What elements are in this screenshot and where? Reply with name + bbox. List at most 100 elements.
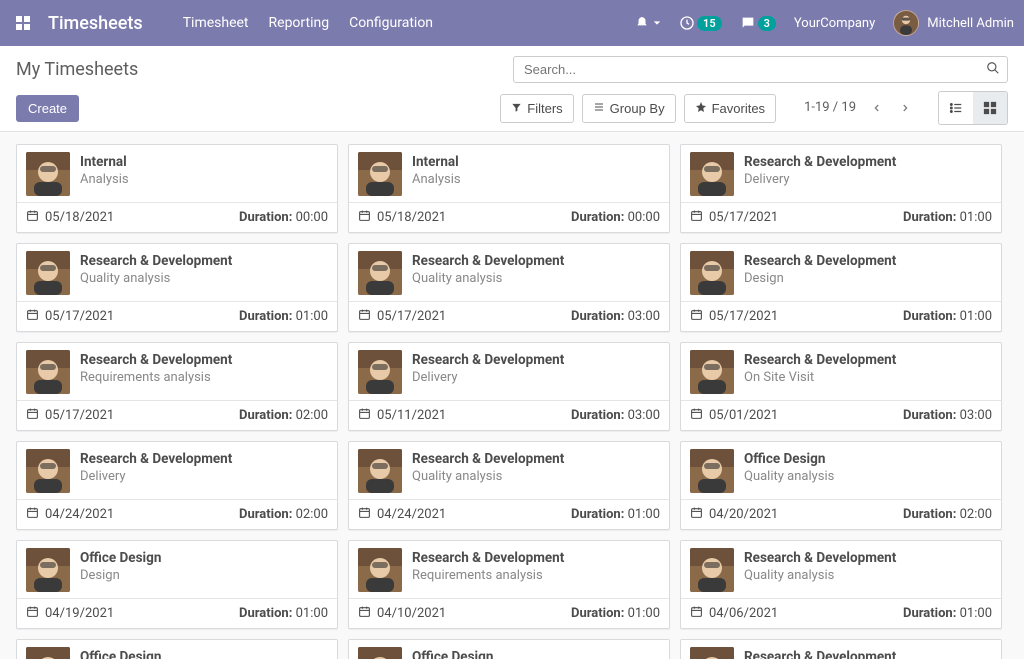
card-project: Research & Development <box>744 352 896 368</box>
app-name: Timesheets <box>48 13 143 34</box>
duration-label: Duration: <box>239 507 292 522</box>
search-input[interactable] <box>513 56 1008 83</box>
company-name: YourCompany <box>794 16 875 31</box>
card-date-value: 05/17/2021 <box>45 408 114 423</box>
star-icon <box>695 101 707 116</box>
card-avatar-icon <box>690 152 734 196</box>
notifications-icon[interactable] <box>635 16 661 31</box>
nav-links: Timesheet Reporting Configuration <box>183 15 433 31</box>
timesheet-card[interactable]: Research & DevelopmentRequirements analy… <box>348 540 670 629</box>
card-task: Delivery <box>412 370 564 385</box>
user-menu[interactable]: Mitchell Admin <box>893 10 1014 36</box>
apps-menu-icon[interactable] <box>10 10 36 36</box>
timesheet-card[interactable]: InternalAnalysis05/18/2021Duration: 00:0… <box>16 144 338 233</box>
calendar-icon <box>358 209 371 226</box>
card-avatar-icon <box>358 251 402 295</box>
card-project: Internal <box>80 154 129 170</box>
timesheet-card[interactable]: Office DesignDuration: <box>16 639 338 659</box>
calendar-icon <box>358 308 371 325</box>
card-duration: Duration: 03:00 <box>903 408 992 423</box>
card-duration: Duration: 01:00 <box>571 606 660 621</box>
duration-label: Duration: <box>239 606 292 621</box>
timesheet-card[interactable]: Office DesignQuality analysis04/20/2021D… <box>680 441 1002 530</box>
search-box <box>513 56 1008 83</box>
duration-label: Duration: <box>239 408 292 423</box>
nav-link-reporting[interactable]: Reporting <box>269 15 330 31</box>
nav-link-timesheet[interactable]: Timesheet <box>183 15 249 31</box>
duration-value: 03:00 <box>960 408 992 423</box>
timesheet-card[interactable]: Research & DevelopmentDelivery04/24/2021… <box>16 441 338 530</box>
card-date: 04/24/2021 <box>358 506 446 523</box>
card-date-value: 04/20/2021 <box>709 507 778 522</box>
filters-label: Filters <box>527 101 562 116</box>
timesheet-card[interactable]: Office DesignDuration: <box>348 639 670 659</box>
card-avatar-icon <box>358 647 402 659</box>
timesheet-card[interactable]: Office DesignDesign04/19/2021Duration: 0… <box>16 540 338 629</box>
messages-badge: 3 <box>758 16 776 31</box>
timesheet-card[interactable]: Research & DevelopmentDesign05/17/2021Du… <box>680 243 1002 332</box>
calendar-icon <box>358 407 371 424</box>
card-project: Office Design <box>80 550 161 566</box>
view-switcher <box>938 91 1008 125</box>
timesheet-card[interactable]: Research & DevelopmentQuality analysis05… <box>16 243 338 332</box>
timesheet-card[interactable]: Research & DevelopmentQuality analysis04… <box>348 441 670 530</box>
duration-value: 03:00 <box>628 408 660 423</box>
timesheet-card[interactable]: Research & DevelopmentQuality analysis05… <box>348 243 670 332</box>
filters-button[interactable]: Filters <box>500 94 573 123</box>
duration-value: 01:00 <box>960 210 992 225</box>
timesheet-card[interactable]: Research & DevelopmentDelivery05/11/2021… <box>348 342 670 431</box>
calendar-icon <box>690 308 703 325</box>
calendar-icon <box>26 605 39 622</box>
card-date: 05/11/2021 <box>358 407 446 424</box>
favorites-button[interactable]: Favorites <box>684 94 776 123</box>
caret-down-icon <box>653 16 661 31</box>
timesheet-card[interactable]: Research & DevelopmentDuration: <box>680 639 1002 659</box>
pager-prev[interactable] <box>866 97 888 119</box>
card-duration: Duration: 01:00 <box>903 309 992 324</box>
card-date: 04/19/2021 <box>26 605 114 622</box>
card-avatar-icon <box>26 251 70 295</box>
timesheet-card[interactable]: Research & DevelopmentQuality analysis04… <box>680 540 1002 629</box>
timesheet-card[interactable]: Research & DevelopmentDelivery05/17/2021… <box>680 144 1002 233</box>
card-avatar-icon <box>26 449 70 493</box>
duration-label: Duration: <box>903 210 956 225</box>
group-by-button[interactable]: Group By <box>582 94 676 123</box>
card-date: 05/17/2021 <box>26 308 114 325</box>
pager-next[interactable] <box>894 97 916 119</box>
duration-value: 00:00 <box>628 210 660 225</box>
timesheet-card[interactable]: InternalAnalysis05/18/2021Duration: 00:0… <box>348 144 670 233</box>
card-project: Research & Development <box>744 253 896 269</box>
card-date: 05/17/2021 <box>690 308 778 325</box>
card-project: Research & Development <box>80 352 232 368</box>
card-date-value: 04/19/2021 <box>45 606 114 621</box>
user-name: Mitchell Admin <box>927 16 1014 31</box>
user-avatar-icon <box>893 10 919 36</box>
card-avatar-icon <box>690 251 734 295</box>
card-avatar-icon <box>26 350 70 394</box>
search-icon[interactable] <box>986 61 1000 79</box>
company-selector[interactable]: YourCompany <box>794 16 875 31</box>
card-task: Analysis <box>412 172 461 187</box>
timesheet-card[interactable]: Research & DevelopmentRequirements analy… <box>16 342 338 431</box>
activity-icon[interactable]: 15 <box>679 15 722 31</box>
card-project: Research & Development <box>744 550 896 566</box>
kanban-view: InternalAnalysis05/18/2021Duration: 00:0… <box>0 132 1024 659</box>
duration-value: 01:00 <box>296 606 328 621</box>
create-button[interactable]: Create <box>16 95 79 122</box>
timesheet-card[interactable]: Research & DevelopmentOn Site Visit05/01… <box>680 342 1002 431</box>
card-duration: Duration: 01:00 <box>903 210 992 225</box>
duration-value: 01:00 <box>628 606 660 621</box>
duration-value: 01:00 <box>960 606 992 621</box>
control-panel: My Timesheets Create Filters Group By <box>0 46 1024 132</box>
card-avatar-icon <box>690 449 734 493</box>
card-duration: Duration: 01:00 <box>239 606 328 621</box>
view-list-button[interactable] <box>939 92 973 124</box>
calendar-icon <box>358 605 371 622</box>
view-kanban-button[interactable] <box>973 92 1007 124</box>
card-task: Delivery <box>744 172 896 187</box>
card-avatar-icon <box>26 548 70 592</box>
card-project: Research & Development <box>80 253 232 269</box>
nav-link-configuration[interactable]: Configuration <box>349 15 433 31</box>
messages-icon[interactable]: 3 <box>740 15 776 31</box>
duration-label: Duration: <box>239 309 292 324</box>
